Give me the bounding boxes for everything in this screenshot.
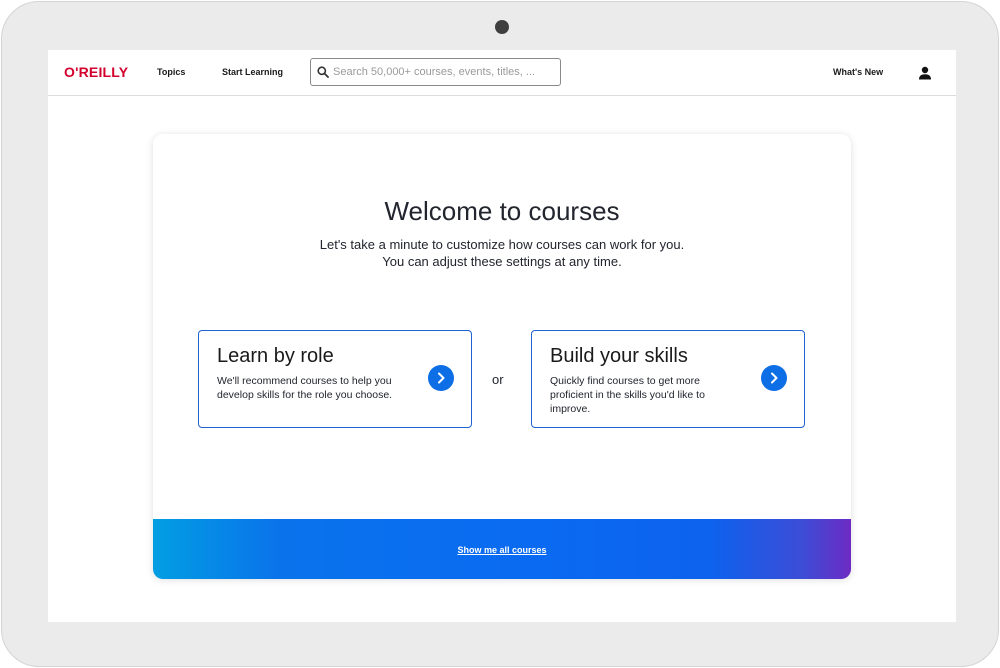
option-title: Build your skills: [550, 345, 688, 367]
show-all-courses-link[interactable]: Show me all courses: [153, 545, 851, 555]
option-description: Quickly find courses to get more profici…: [550, 375, 705, 415]
user-icon[interactable]: [918, 66, 932, 80]
subtitle-line: You can adjust these settings at any tim…: [382, 254, 622, 269]
top-navigation: O'REILLY Topics Start Learning What's Ne…: [48, 50, 956, 96]
page-subtitle: Let's take a minute to customize how cou…: [153, 236, 851, 270]
camera-dot: [495, 20, 509, 34]
or-separator: or: [492, 372, 504, 387]
option-description: We'll recommend courses to help you deve…: [217, 375, 393, 401]
tablet-frame: O'REILLY Topics Start Learning What's Ne…: [1, 1, 999, 667]
search-input[interactable]: [333, 63, 555, 81]
oreilly-logo[interactable]: O'REILLY: [64, 64, 128, 80]
card-footer-banner: Show me all courses: [153, 519, 851, 579]
nav-topics[interactable]: Topics: [157, 67, 185, 77]
build-your-skills-option[interactable]: Build your skills Quickly find courses t…: [531, 330, 805, 428]
search-box[interactable]: [310, 58, 561, 86]
nav-whats-new[interactable]: What's New: [833, 67, 883, 77]
subtitle-line: Let's take a minute to customize how cou…: [319, 237, 685, 252]
page-title: Welcome to courses: [384, 196, 620, 226]
welcome-card: Welcome to courses Let's take a minute t…: [153, 134, 851, 579]
chevron-right-icon[interactable]: [428, 365, 454, 391]
search-icon: [317, 66, 329, 78]
nav-start-learning[interactable]: Start Learning: [222, 67, 283, 77]
learn-by-role-option[interactable]: Learn by role We'll recommend courses to…: [198, 330, 472, 428]
option-title: Learn by role: [217, 345, 334, 367]
chevron-right-icon[interactable]: [761, 365, 787, 391]
screen: O'REILLY Topics Start Learning What's Ne…: [48, 50, 956, 622]
